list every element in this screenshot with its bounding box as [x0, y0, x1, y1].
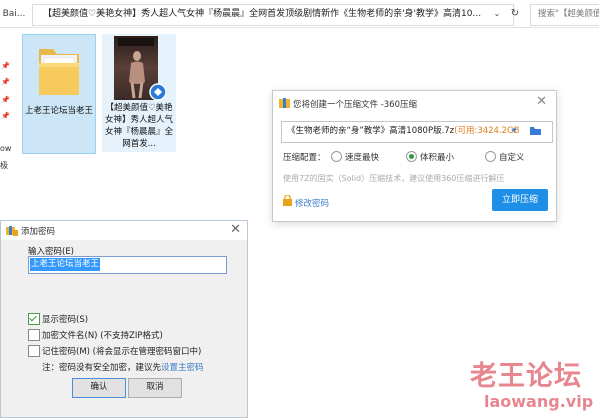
radio-smallest[interactable]: [406, 151, 417, 162]
address-field[interactable]: 【超美颜值♡美艳女神】秀人超人气女神『杨晨晨』全网首发顶级剧情新作《生物老师的亲…: [32, 4, 514, 26]
archive-icon: [279, 98, 290, 108]
close-icon[interactable]: ✕: [230, 222, 241, 237]
encrypt-filenames-label[interactable]: 加密文件名(N) (不支持ZIP格式): [42, 329, 163, 341]
start-compress-button[interactable]: 立即压缩: [492, 189, 548, 211]
folder-item[interactable]: 上老王论坛当老王: [22, 34, 96, 154]
confirm-button[interactable]: 确认: [72, 378, 126, 398]
video-file-label: 【超美颜值♡美艳女神】秀人超人气女神『杨晨晨』全网首发...: [104, 103, 173, 149]
pin-icon[interactable]: 📌: [1, 62, 10, 70]
refresh-icon[interactable]: ↻: [506, 5, 524, 23]
password-input[interactable]: 上老王论坛当老王: [28, 256, 227, 274]
radio-custom[interactable]: [485, 151, 496, 162]
lock-icon: [283, 195, 292, 206]
dialog-title: 您将创建一个压缩文件 -360压缩: [293, 100, 417, 110]
close-icon[interactable]: ✕: [536, 94, 547, 109]
nav-location-label: Bai...: [2, 9, 26, 19]
nav-item-text[interactable]: ow: [0, 144, 11, 153]
video-file-item[interactable]: 【超美颜值♡美艳女神】秀人超人气女神『杨晨晨』全网首发...: [102, 34, 176, 152]
password-dialog-icon: [6, 226, 18, 236]
option-custom-label[interactable]: 自定义: [499, 151, 525, 163]
show-password-label[interactable]: 显示密码(S): [42, 313, 88, 325]
add-password-dialog: 添加密码 ✕ 输入密码(E) 上老王论坛当老王 显示密码(S) 加密文件名(N)…: [0, 220, 248, 418]
watermark-text: 老王论坛: [470, 361, 582, 392]
encrypt-filenames-checkbox[interactable]: [28, 329, 40, 341]
dropdown-arrow-icon[interactable]: ▾: [512, 122, 517, 140]
search-input[interactable]: 搜索"【超美颜值: [530, 4, 599, 26]
folder-label: 上老王论坛当老王: [25, 106, 94, 116]
security-note-text: 注：密码没有安全加密，建议先: [42, 363, 162, 373]
browse-folder-icon[interactable]: [530, 126, 542, 136]
security-note: 注：密码没有安全加密，建议先设置主密码: [42, 361, 204, 373]
free-space-text: (可用:3424.2GB: [454, 126, 520, 136]
compress-dialog: 您将创建一个压缩文件 -360压缩 ✕ 《生物老师的亲“身”教学》高清1080P…: [272, 90, 557, 222]
navigation-pane-edge: 📌 📌 📌 📌 ow 极: [0, 28, 14, 238]
watermark-url: laowang.vip: [484, 392, 594, 411]
cancel-button[interactable]: 取消: [128, 378, 182, 398]
explorer-address-bar: Bai... 【超美颜值♡美艳女神】秀人超人气女神『杨晨晨』全网首发顶级剧情新作…: [0, 0, 599, 28]
show-password-checkbox[interactable]: [28, 313, 40, 325]
config-label: 压缩配置：: [283, 153, 326, 163]
pin-icon[interactable]: 📌: [1, 78, 10, 86]
chevron-down-icon[interactable]: ⌄: [492, 5, 502, 23]
folder-icon: [39, 49, 79, 95]
option-smallest-label[interactable]: 体积最小: [420, 151, 454, 163]
set-master-password-link[interactable]: 设置主密码: [161, 363, 204, 373]
change-password-link[interactable]: 修改密码: [295, 197, 329, 209]
remember-password-label[interactable]: 记住密码(M) (将会显示在管理密码窗口中): [42, 345, 201, 357]
dialog-title: 添加密码: [21, 227, 56, 237]
video-thumbnail: [114, 36, 166, 101]
pin-icon[interactable]: 📌: [1, 96, 10, 104]
option-fastest-label[interactable]: 速度最快: [345, 151, 379, 163]
password-value: 上老王论坛当老王: [30, 258, 101, 271]
remember-password-checkbox[interactable]: [28, 345, 40, 357]
compression-hint: 使用7Z的固实（Solid）压缩技术，建议使用360压缩进行解压: [283, 174, 505, 183]
nav-item-text[interactable]: 极: [0, 160, 8, 171]
pin-icon[interactable]: 📌: [1, 112, 10, 120]
radio-fastest[interactable]: [331, 151, 342, 162]
archive-path-text: 《生物老师的亲“身”教学》高清1080P版.7z: [287, 126, 455, 136]
archive-path-field[interactable]: 《生物老师的亲“身”教学》高清1080P版.7z(可用:3424.2GB ▾: [281, 121, 553, 143]
